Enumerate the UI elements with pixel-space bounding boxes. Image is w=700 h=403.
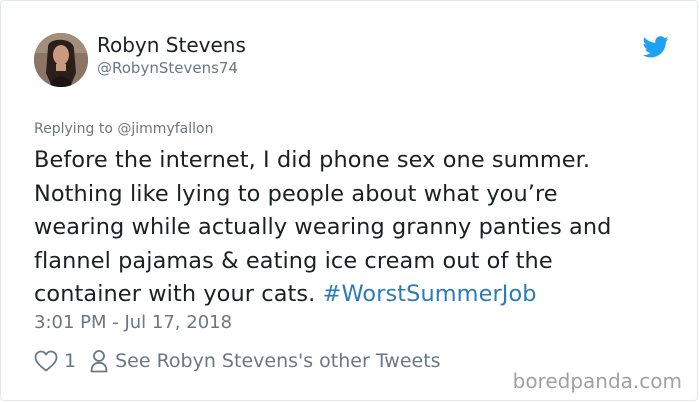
tweet-text-line: Nothing like lying to people about what … — [34, 180, 558, 207]
tweet-text-last-line: container with your cats. #WorstSummerJo… — [34, 278, 674, 312]
twitter-bird-icon[interactable] — [643, 36, 669, 58]
tweet-text-line: flannel pajamas & eating ice cream out o… — [34, 247, 553, 274]
author-display-name[interactable]: Robyn Stevens — [97, 33, 246, 57]
replying-to-prefix: Replying to — [34, 121, 118, 137]
tweet-actions: 1 See Robyn Stevens's other Tweets — [34, 347, 441, 375]
tweet-text-line: container with your cats. — [34, 281, 323, 307]
person-icon — [90, 350, 108, 373]
like-button[interactable]: 1 — [34, 350, 90, 372]
other-tweets-label: See Robyn Stevens's other Tweets — [115, 350, 441, 372]
other-tweets-link[interactable]: See Robyn Stevens's other Tweets — [90, 349, 441, 373]
tweet-card: Robyn Stevens @RobynStevens74 Replying t… — [0, 0, 698, 401]
replying-to: Replying to @jimmyfallon — [34, 121, 213, 137]
avatar-photo — [34, 33, 88, 87]
replying-to-mention[interactable]: @jimmyfallon — [117, 121, 213, 137]
tweet-text-line: wearing while actually wearing granny pa… — [34, 214, 612, 240]
tweet-text-line: Before the internet, I did phone sex one… — [34, 147, 591, 173]
author-handle[interactable]: @RobynStevens74 — [97, 59, 238, 77]
heart-icon — [34, 350, 58, 372]
like-count: 1 — [64, 350, 77, 372]
watermark: boredpanda.com — [512, 369, 682, 393]
tweet-timestamp[interactable]: 3:01 PM - Jul 17, 2018 — [34, 312, 232, 333]
tweet-text: Before the internet, I did phone sex one… — [34, 144, 674, 312]
hashtag-link[interactable]: #WorstSummerJob — [323, 281, 537, 307]
avatar[interactable] — [34, 33, 88, 87]
